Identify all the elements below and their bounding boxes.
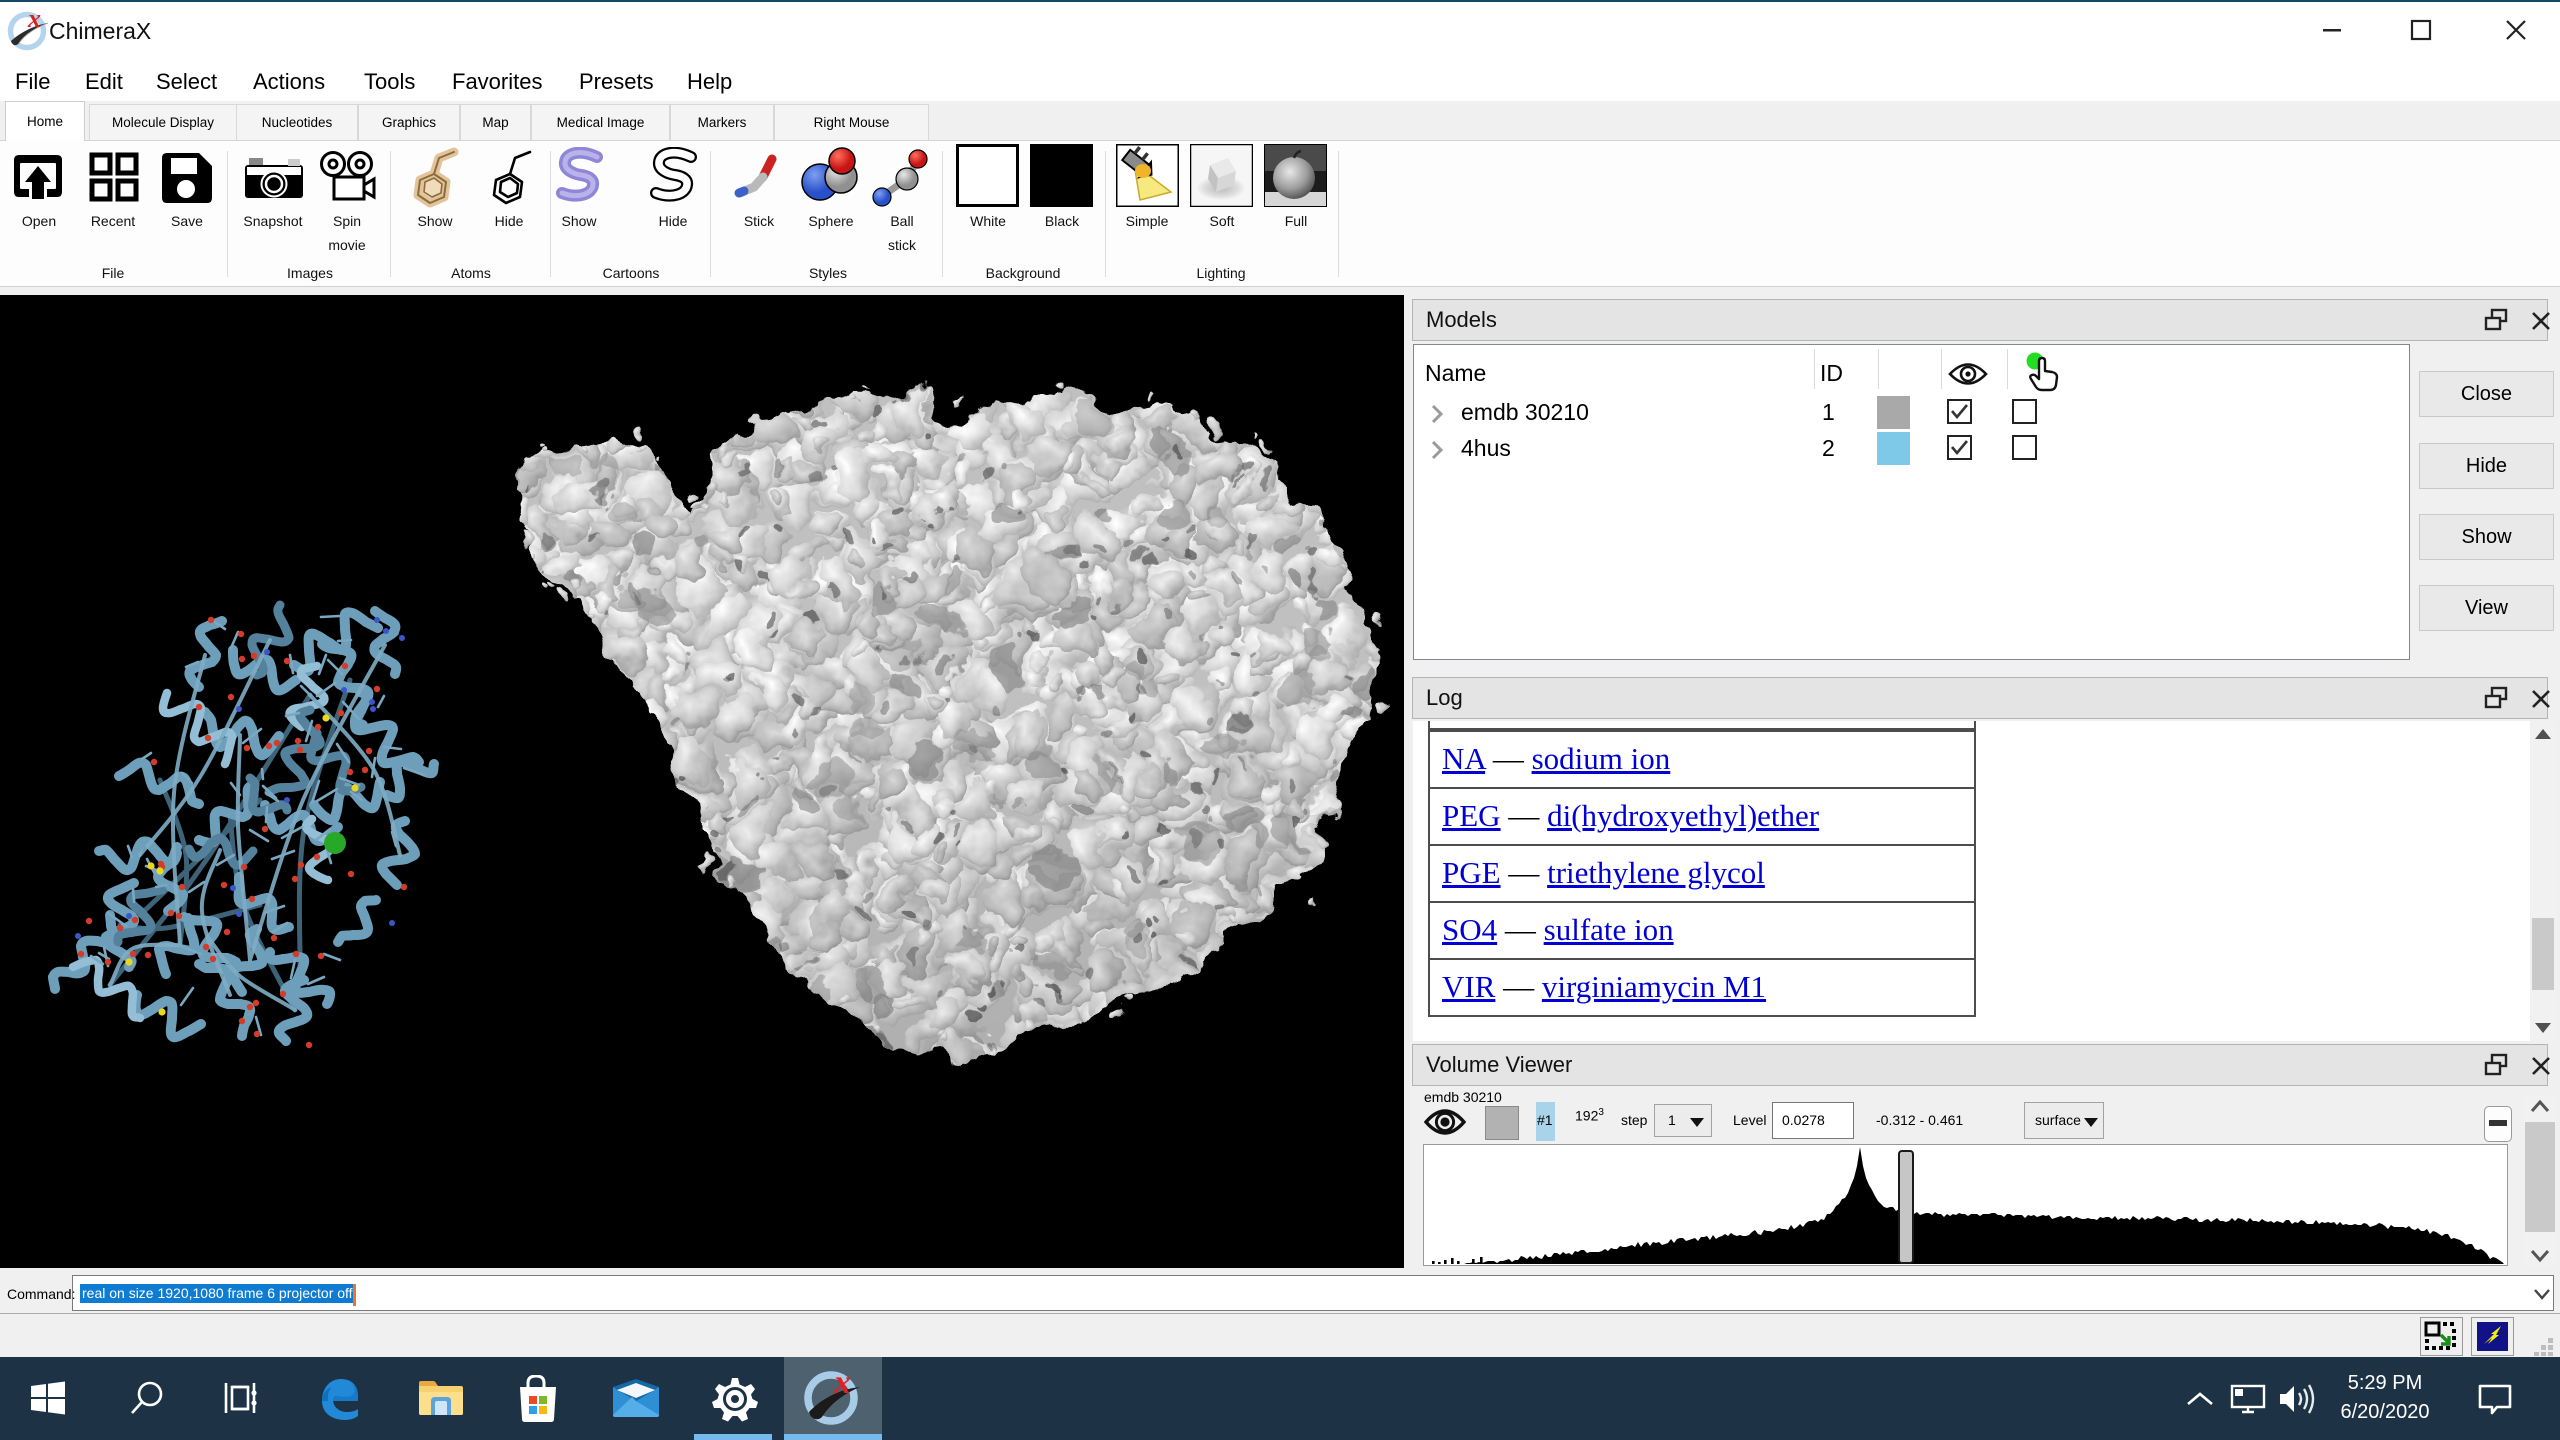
svg-text:x: x (833, 1366, 851, 1401)
svg-text:x: x (27, 8, 41, 33)
